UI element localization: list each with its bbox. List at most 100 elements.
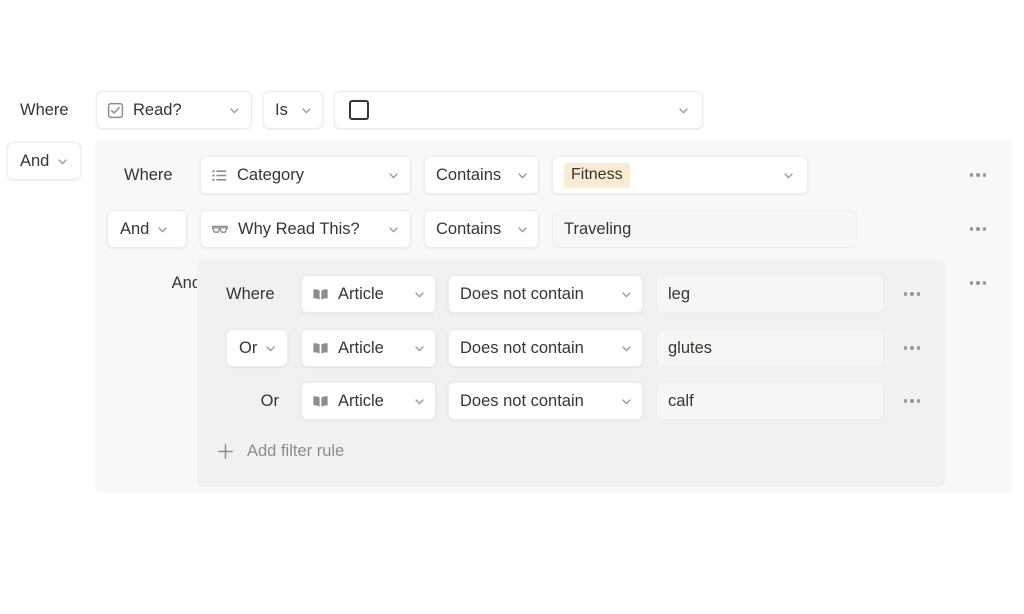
rule-property-label: Why Read This? <box>238 220 360 239</box>
nested-filter-rule-leg: Where Article Does not contain leg <box>226 275 884 313</box>
root-property-label: Read? <box>133 101 182 120</box>
dot <box>910 292 913 295</box>
list-icon <box>211 167 228 184</box>
nested-rule-property-label: Article <box>338 339 384 358</box>
dot <box>970 227 973 230</box>
chevron-down-icon <box>377 223 400 236</box>
rule-conjunction-label: Where <box>124 156 187 194</box>
book-icon <box>312 393 329 410</box>
dot <box>910 399 913 402</box>
root-operator-select[interactable]: Is <box>263 91 323 129</box>
nested-rule-more-options-3[interactable] <box>897 386 927 416</box>
nested-rule-operator-label: Does not contain <box>460 339 584 358</box>
filter-builder-panel: Where Read? Is <box>0 0 1024 614</box>
nested-rule-conjunction-label: Or <box>239 339 257 358</box>
rule-conjunction-label: And <box>120 220 149 239</box>
checkbox-icon <box>107 102 124 119</box>
nested-rule-value-text: calf <box>668 392 694 411</box>
dot <box>976 173 979 176</box>
rule-more-options-why-read-this[interactable] <box>963 214 993 244</box>
unchecked-checkbox-icon[interactable] <box>349 100 369 120</box>
dot <box>917 346 920 349</box>
nested-rule-value-input-1[interactable]: leg <box>656 275 884 313</box>
root-property-select[interactable]: Read? <box>96 91 252 129</box>
dot <box>904 399 907 402</box>
chevron-down-icon <box>610 342 633 355</box>
root-value-select[interactable] <box>334 91 703 129</box>
rule-operator-label: Contains <box>436 166 501 185</box>
rule-operator-select-why-read-this[interactable]: Contains <box>424 210 539 248</box>
rule-value-select-category[interactable]: Fitness <box>552 156 808 194</box>
chevron-down-icon <box>772 169 795 182</box>
dot <box>970 281 973 284</box>
rule-conjunction-select[interactable]: And <box>107 210 187 248</box>
rule-value-input-why-read-this[interactable]: Traveling <box>552 210 857 248</box>
chevron-down-icon <box>506 169 529 182</box>
dot <box>976 281 979 284</box>
nested-rule-operator-select-2[interactable]: Does not contain <box>448 329 643 367</box>
nested-filter-rule-glutes: Or Article Does not contain <box>226 329 884 367</box>
chevron-down-icon <box>377 169 400 182</box>
dot <box>983 227 986 230</box>
book-icon <box>312 340 329 357</box>
dot <box>917 292 920 295</box>
root-conjunction-label: Where <box>20 91 80 129</box>
dot <box>917 399 920 402</box>
nested-rule-value-text: leg <box>668 285 690 304</box>
dot <box>983 173 986 176</box>
nested-rule-property-select-3[interactable]: Article <box>301 382 436 420</box>
nested-rule-conjunction-label: Where <box>226 275 288 313</box>
chevron-down-icon <box>506 223 529 236</box>
chevron-down-icon <box>56 155 69 168</box>
nested-rule-more-options-2[interactable] <box>897 333 927 363</box>
dot <box>970 173 973 176</box>
nested-rule-value-input-2[interactable]: glutes <box>656 329 884 367</box>
nested-group-conjunction-label: And <box>146 264 201 302</box>
nested-rule-value-input-3[interactable]: calf <box>656 382 884 420</box>
rule-more-options-category[interactable] <box>963 160 993 190</box>
chevron-down-icon <box>218 104 241 117</box>
chevron-down-icon <box>403 288 426 301</box>
rule-property-select-category[interactable]: Category <box>200 156 411 194</box>
group-conjunction-select[interactable]: And <box>7 142 81 180</box>
book-icon <box>312 286 329 303</box>
chevron-down-icon <box>403 395 426 408</box>
nested-rule-conjunction-select[interactable]: Or <box>226 329 288 367</box>
nested-rule-operator-select-3[interactable]: Does not contain <box>448 382 643 420</box>
nested-rule-operator-label: Does not contain <box>460 285 584 304</box>
rule-property-select-why-read-this[interactable]: Why Read This? <box>200 210 411 248</box>
glasses-icon <box>211 220 229 238</box>
dot <box>976 227 979 230</box>
dot <box>904 346 907 349</box>
dot <box>904 292 907 295</box>
rule-property-label: Category <box>237 166 304 185</box>
nested-rule-value-text: glutes <box>668 339 712 358</box>
add-filter-rule-button[interactable]: Add filter rule <box>216 442 344 461</box>
nested-rule-operator-label: Does not contain <box>460 392 584 411</box>
tag-fitness: Fitness <box>564 163 630 188</box>
chevron-down-icon <box>610 288 633 301</box>
chevron-down-icon <box>667 104 690 117</box>
rule-value-text: Traveling <box>564 220 631 239</box>
filter-rule-why-read-this: And Why Read This? Contains <box>107 210 857 248</box>
chevron-down-icon <box>156 223 169 236</box>
nested-rule-more-options-1[interactable] <box>897 279 927 309</box>
dot <box>910 346 913 349</box>
root-filter-rule: Where Read? Is <box>20 91 703 129</box>
add-filter-rule-label: Add filter rule <box>247 442 344 461</box>
nested-rule-operator-select-1[interactable]: Does not contain <box>448 275 643 313</box>
nested-rule-property-select-2[interactable]: Article <box>301 329 436 367</box>
nested-rule-property-label: Article <box>338 392 384 411</box>
plus-icon <box>216 442 235 461</box>
dot <box>983 281 986 284</box>
nested-group-more-options[interactable] <box>963 268 993 298</box>
chevron-down-icon <box>610 395 633 408</box>
rule-operator-select-category[interactable]: Contains <box>424 156 539 194</box>
chevron-down-icon <box>264 342 277 355</box>
rule-operator-label: Contains <box>436 220 501 239</box>
chevron-down-icon <box>290 104 313 117</box>
chevron-down-icon <box>403 342 426 355</box>
nested-rule-property-select-1[interactable]: Article <box>301 275 436 313</box>
nested-filter-rule-calf: Or Article Does not contain calf <box>226 382 884 420</box>
filter-rule-category: Where Category Contains <box>124 156 808 194</box>
